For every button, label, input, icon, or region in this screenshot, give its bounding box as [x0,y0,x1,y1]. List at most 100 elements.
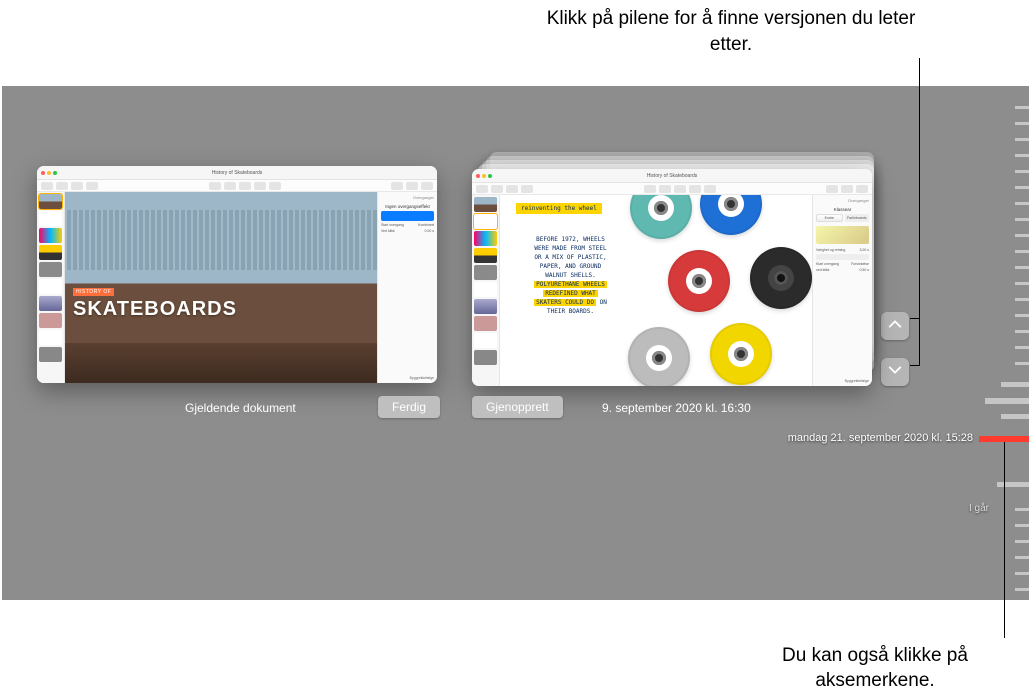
toolbar-item[interactable] [86,182,98,190]
slide-canvas: HISTORY OF SKATEBOARDS [65,192,377,383]
toolbar-item[interactable] [674,185,686,193]
slide-thumb[interactable] [39,228,62,243]
slide-thumb[interactable] [474,299,497,314]
sidebar-tab[interactable]: Overganger [381,195,434,200]
toolbar-item[interactable] [239,182,251,190]
slide-thumb[interactable] [474,333,497,348]
toolbar-item[interactable] [521,185,533,193]
slide-thumb[interactable] [39,347,62,362]
timeline-tick[interactable] [1015,218,1029,221]
callout-leader-line [919,86,920,318]
slide-thumb[interactable] [474,265,497,280]
timeline-tick[interactable] [1015,138,1029,141]
timeline-tick[interactable] [1015,314,1029,317]
timeline-tick[interactable] [1015,572,1029,575]
inspector-row-value: 0,50 s [859,268,869,272]
inspector-tab[interactable]: Endre [816,214,843,222]
inspector-row-label: Klart overgang [816,262,839,266]
toolbar-item[interactable] [659,185,671,193]
timeline-tick[interactable] [1015,540,1029,543]
timeline-tick[interactable] [1015,362,1029,365]
timeline-tick[interactable] [1015,202,1029,205]
inspector-row-label: Varighet og retning [816,248,845,252]
toolbar-item[interactable] [826,185,838,193]
toolbar-item[interactable] [269,182,281,190]
slide-thumb[interactable] [39,313,62,328]
toolbar-item[interactable] [421,182,433,190]
toolbar-item[interactable] [476,185,488,193]
timeline-tick[interactable] [1015,170,1029,173]
slide-thumb[interactable] [39,194,62,209]
timeline-tick[interactable] [1015,234,1029,237]
inspector-dropdown[interactable] [816,254,869,260]
done-button[interactable]: Ferdig [378,396,440,418]
slide-thumb[interactable] [474,350,497,365]
slide-thumb[interactable] [474,316,497,331]
timeline-tick[interactable] [1015,524,1029,527]
slide-thumb[interactable] [39,262,62,277]
add-effect-button[interactable] [381,211,434,221]
inspector-row-value: 0,00 s [424,229,434,233]
timeline-tick[interactable] [1015,250,1029,253]
timeline-tick[interactable] [1015,556,1029,559]
slide-thumbnails[interactable] [472,195,500,386]
timeline-tick[interactable] [1015,122,1029,125]
slide-thumb[interactable] [39,245,62,260]
nav-up-button[interactable] [881,312,909,340]
toolbar-item[interactable] [224,182,236,190]
restore-button[interactable]: Gjenopprett [472,396,563,418]
toolbar-item[interactable] [644,185,656,193]
timeline-tick[interactable] [985,398,1029,404]
version-document-window: History of Skateboards [472,169,872,386]
timeline-tick[interactable] [1015,186,1029,189]
callout-leader-line [910,365,920,366]
toolbar-item[interactable] [856,185,868,193]
inspector-row-value: 3,00 s [859,248,869,252]
timeline-tick[interactable] [1015,266,1029,269]
slide-thumb[interactable] [474,231,497,246]
toolbar-item[interactable] [704,185,716,193]
timeline-tick[interactable] [1015,588,1029,591]
toolbar-item[interactable] [841,185,853,193]
timeline-tick[interactable] [1015,282,1029,285]
build-order-button[interactable]: Byggrekkefølge [816,379,869,383]
current-document-window: History of Skateboards [37,166,437,383]
slide-thumb[interactable] [474,197,497,212]
slide-thumb[interactable] [39,211,62,226]
toolbar-item[interactable] [689,185,701,193]
slide-thumb[interactable] [39,330,62,345]
wheel-red [668,250,730,312]
toolbar-item[interactable] [209,182,221,190]
toolbar-item[interactable] [56,182,68,190]
toolbar-item[interactable] [506,185,518,193]
timeline-tick[interactable] [1015,298,1029,301]
timeline-tick[interactable] [997,482,1029,487]
toolbar-item[interactable] [254,182,266,190]
toolbar-item[interactable] [491,185,503,193]
slide-thumb[interactable] [474,282,497,297]
timeline-tick[interactable] [1015,346,1029,349]
window-toolbar [472,183,872,195]
slide-thumb[interactable] [39,279,62,294]
slide-thumb[interactable] [474,214,497,229]
timeline-tick[interactable] [1015,106,1029,109]
toolbar-item[interactable] [391,182,403,190]
toolbar-item[interactable] [71,182,83,190]
toolbar-item[interactable] [406,182,418,190]
timeline-tick[interactable] [1015,508,1029,511]
timeline-tick[interactable] [1001,414,1029,419]
build-order-button[interactable]: Byggrekkefølge [381,376,434,380]
slide-thumb[interactable] [39,296,62,311]
slide-thumbnails[interactable] [37,192,65,383]
timeline-tick[interactable] [1001,382,1029,387]
sidebar-tab[interactable]: Overganger [816,198,869,203]
nav-down-button[interactable] [881,358,909,386]
toolbar-item[interactable] [41,182,53,190]
inspector-tab[interactable]: Farlinboards [845,214,870,222]
slide-thumb[interactable] [474,248,497,263]
callout-leader-line [919,318,920,365]
timeline-tick[interactable] [1015,330,1029,333]
timeline-tick[interactable] [1015,154,1029,157]
chevron-down-icon [888,363,902,382]
inspector-header: Klassear [816,207,869,212]
